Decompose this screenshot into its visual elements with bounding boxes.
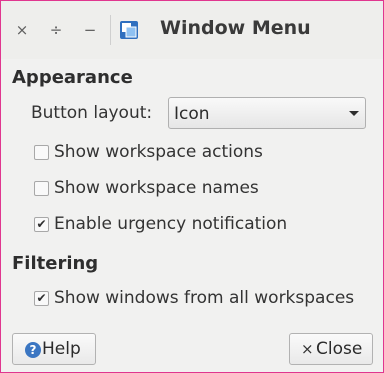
checkbox-box-checked[interactable]: ✔ bbox=[34, 217, 49, 232]
button-layout-label: Button layout: bbox=[31, 103, 153, 123]
button-layout-select[interactable]: Icon bbox=[168, 97, 366, 129]
window-title: Window Menu bbox=[160, 17, 311, 39]
checkbox-box[interactable] bbox=[34, 145, 49, 160]
chevron-down-icon bbox=[349, 111, 359, 116]
help-icon: ? bbox=[25, 342, 41, 358]
dialog-window: × ÷ − Window Menu Appearance Button layo… bbox=[0, 0, 384, 373]
checkbox-box[interactable] bbox=[34, 181, 49, 196]
button-layout-value: Icon bbox=[174, 104, 210, 124]
checkbox-label: Enable urgency notification bbox=[54, 214, 288, 234]
checkbox-label: Show windows from all workspaces bbox=[54, 288, 355, 308]
close-icon: × bbox=[301, 340, 314, 358]
titlebar: × ÷ − Window Menu bbox=[1, 1, 383, 59]
titlebar-separator bbox=[110, 15, 111, 45]
checkbox-box-checked[interactable]: ✔ bbox=[34, 291, 49, 306]
help-button[interactable]: ? Help bbox=[12, 333, 96, 365]
close-button[interactable]: × Close bbox=[289, 333, 373, 365]
close-button-label: Close bbox=[316, 339, 363, 359]
help-button-label: Help bbox=[42, 339, 81, 359]
section-appearance-heading: Appearance bbox=[12, 67, 133, 88]
section-filtering-heading: Filtering bbox=[12, 253, 99, 274]
close-window-button[interactable]: × bbox=[7, 15, 37, 45]
window-menu-icon bbox=[120, 21, 138, 39]
checkbox-label: Show workspace actions bbox=[54, 142, 263, 162]
minimize-window-button[interactable]: − bbox=[75, 15, 105, 45]
checkbox-label: Show workspace names bbox=[54, 178, 259, 198]
stick-window-button[interactable]: ÷ bbox=[41, 15, 71, 45]
